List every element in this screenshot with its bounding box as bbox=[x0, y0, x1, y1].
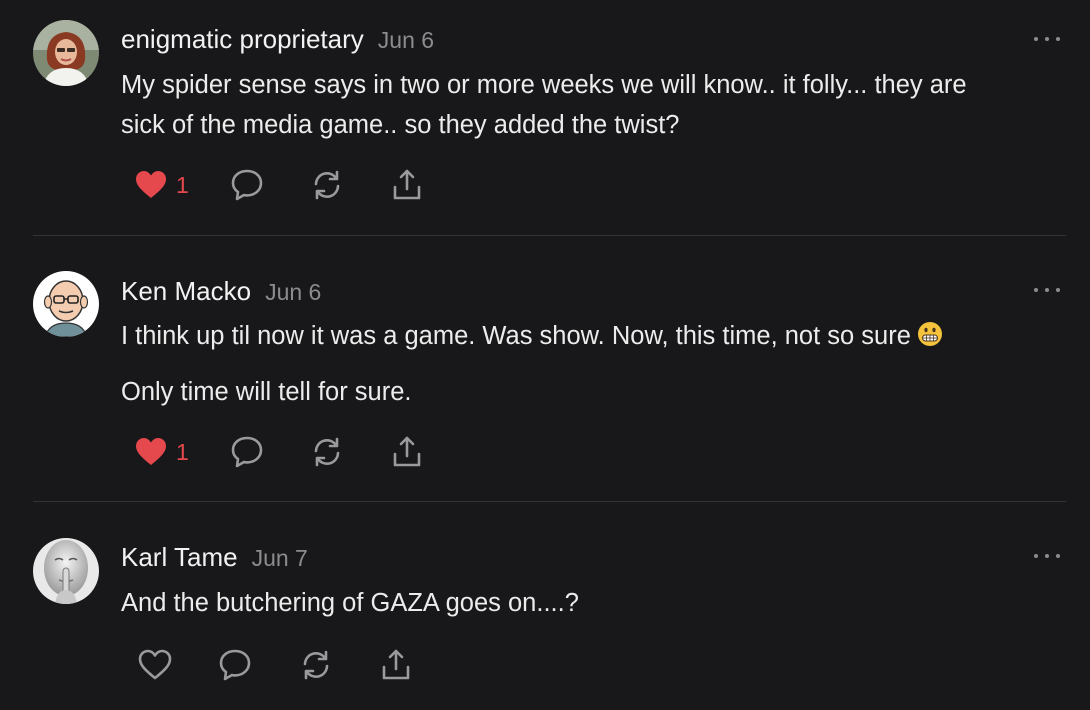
speech-bubble-icon bbox=[219, 649, 251, 681]
speech-bubble-icon bbox=[231, 436, 263, 468]
more-options-button[interactable] bbox=[1034, 34, 1060, 44]
comment-body: And the butchering of GAZA goes on....? bbox=[121, 583, 579, 623]
ellipsis-icon bbox=[1034, 37, 1038, 41]
share-icon bbox=[382, 649, 410, 680]
ellipsis-dot bbox=[1045, 288, 1049, 292]
avatar-karl-tame[interactable] bbox=[33, 538, 99, 604]
more-options-button[interactable] bbox=[1034, 285, 1060, 295]
like-button[interactable]: 1 bbox=[134, 165, 189, 205]
ellipsis-icon bbox=[1034, 288, 1038, 292]
comment-line: My spider sense says in two or more week… bbox=[121, 71, 967, 99]
comment-body: I think up til now it was a game. Was sh… bbox=[121, 316, 943, 412]
author-name[interactable]: enigmatic proprietary bbox=[121, 24, 364, 54]
restack-button[interactable] bbox=[310, 432, 344, 472]
comment-date[interactable]: Jun 6 bbox=[265, 279, 321, 305]
ellipsis-dot bbox=[1056, 288, 1060, 292]
author-name[interactable]: Karl Tame bbox=[121, 542, 238, 572]
comment-date[interactable]: Jun 6 bbox=[378, 27, 434, 53]
reply-button[interactable] bbox=[230, 165, 264, 205]
avatar-ken-macko[interactable] bbox=[33, 271, 99, 337]
share-button[interactable] bbox=[390, 432, 424, 472]
reply-button[interactable] bbox=[218, 645, 252, 685]
restack-arrows-icon bbox=[303, 650, 329, 680]
like-count: 1 bbox=[176, 438, 189, 465]
comment-line: Only time will tell for sure. bbox=[121, 378, 412, 406]
speech-bubble-icon bbox=[231, 169, 263, 201]
comment-author[interactable]: Ken Macko Jun 6 bbox=[121, 276, 321, 307]
heart-icon bbox=[136, 171, 166, 198]
share-icon bbox=[393, 436, 421, 467]
comment-line-text: I think up til now it was a game. Was sh… bbox=[121, 322, 911, 350]
author-name[interactable]: Ken Macko bbox=[121, 276, 251, 306]
restack-arrows-icon bbox=[314, 170, 340, 200]
ellipsis-dot bbox=[1056, 37, 1060, 41]
heart-icon bbox=[138, 649, 172, 680]
comment-line: sick of the media game.. so they added t… bbox=[121, 111, 680, 139]
avatar-enigmatic-proprietary[interactable] bbox=[33, 20, 99, 86]
share-icon bbox=[393, 169, 421, 200]
reply-button[interactable] bbox=[230, 432, 264, 472]
share-button[interactable] bbox=[390, 165, 424, 205]
restack-arrows-icon bbox=[314, 437, 340, 467]
more-options-button[interactable] bbox=[1034, 551, 1060, 561]
like-button[interactable]: 1 bbox=[134, 432, 189, 472]
heart-icon bbox=[136, 438, 166, 465]
restack-button[interactable] bbox=[310, 165, 344, 205]
grimacing-face-emoji bbox=[917, 319, 943, 359]
ellipsis-dot bbox=[1056, 554, 1060, 558]
comment-date[interactable]: Jun 7 bbox=[252, 545, 308, 571]
share-button[interactable] bbox=[379, 645, 413, 685]
comment-line: And the butchering of GAZA goes on....? bbox=[121, 589, 579, 617]
ellipsis-dot bbox=[1045, 554, 1049, 558]
like-button[interactable] bbox=[138, 645, 172, 685]
comment-line: I think up til now it was a game. Was sh… bbox=[121, 316, 943, 359]
comment-author[interactable]: Karl Tame Jun 7 bbox=[121, 542, 308, 573]
restack-button[interactable] bbox=[299, 645, 333, 685]
comment-body: My spider sense says in two or more week… bbox=[121, 65, 967, 145]
ellipsis-dot bbox=[1045, 37, 1049, 41]
ellipsis-icon bbox=[1034, 554, 1038, 558]
comment-author[interactable]: enigmatic proprietary Jun 6 bbox=[121, 24, 434, 55]
comment-divider bbox=[33, 501, 1066, 502]
like-count: 1 bbox=[176, 171, 189, 198]
comment-divider bbox=[33, 235, 1066, 236]
